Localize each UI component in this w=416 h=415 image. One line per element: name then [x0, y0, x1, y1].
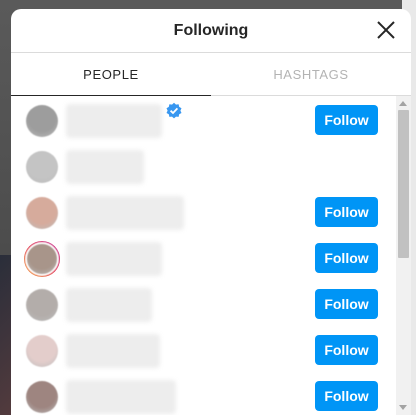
avatar[interactable]	[25, 242, 59, 276]
avatar-container[interactable]	[24, 379, 60, 415]
scroll-thumb[interactable]	[398, 110, 409, 258]
username-blurred[interactable]	[66, 242, 162, 276]
avatar[interactable]	[26, 335, 58, 367]
avatar-container[interactable]	[24, 149, 60, 185]
follow-button[interactable]: Follow	[315, 381, 378, 411]
list-item[interactable]: Follow	[11, 372, 396, 415]
close-icon[interactable]	[375, 19, 397, 41]
tab-people[interactable]: PEOPLE	[11, 53, 211, 95]
follow-button[interactable]: Follow	[315, 289, 378, 319]
follow-button[interactable]: Follow	[315, 197, 378, 227]
list-item[interactable]: Follow	[11, 234, 396, 280]
list-item[interactable]	[11, 142, 396, 188]
username-blurred[interactable]	[66, 380, 176, 414]
following-modal: Following PEOPLE HASHTAGS Follow Follow Fo…	[11, 9, 411, 415]
follow-button[interactable]: Follow	[315, 105, 378, 135]
modal-title: Following	[173, 21, 249, 39]
avatar-container[interactable]	[24, 333, 60, 369]
avatar-container[interactable]	[24, 103, 60, 139]
scroll-up-arrow-icon[interactable]	[399, 101, 407, 106]
avatar[interactable]	[26, 151, 58, 183]
tab-bar: PEOPLE HASHTAGS	[11, 53, 411, 96]
list-scrollbar[interactable]	[396, 96, 411, 415]
verified-badge-icon	[166, 102, 182, 119]
modal-header: Following	[11, 9, 411, 53]
username-blurred[interactable]	[66, 196, 184, 230]
scroll-down-arrow-icon[interactable]	[399, 405, 407, 410]
following-list[interactable]: Follow Follow Follow Follow Follow Follow	[11, 96, 411, 415]
username-blurred[interactable]	[66, 104, 162, 138]
list-item[interactable]: Follow	[11, 326, 396, 372]
list-item[interactable]: Follow	[11, 188, 396, 234]
avatar-container[interactable]	[24, 195, 60, 231]
avatar[interactable]	[26, 289, 58, 321]
avatar[interactable]	[26, 381, 58, 413]
tab-hashtags[interactable]: HASHTAGS	[211, 53, 411, 95]
follow-button[interactable]: Follow	[315, 243, 378, 273]
follow-button[interactable]: Follow	[315, 335, 378, 365]
username-blurred[interactable]	[66, 334, 160, 368]
list-item[interactable]: Follow	[11, 96, 396, 142]
avatar-story-ring[interactable]	[24, 241, 60, 277]
avatar[interactable]	[26, 197, 58, 229]
list-item[interactable]: Follow	[11, 280, 396, 326]
username-blurred[interactable]	[66, 288, 152, 322]
avatar[interactable]	[26, 105, 58, 137]
avatar-container[interactable]	[24, 287, 60, 323]
username-blurred[interactable]	[66, 150, 144, 184]
